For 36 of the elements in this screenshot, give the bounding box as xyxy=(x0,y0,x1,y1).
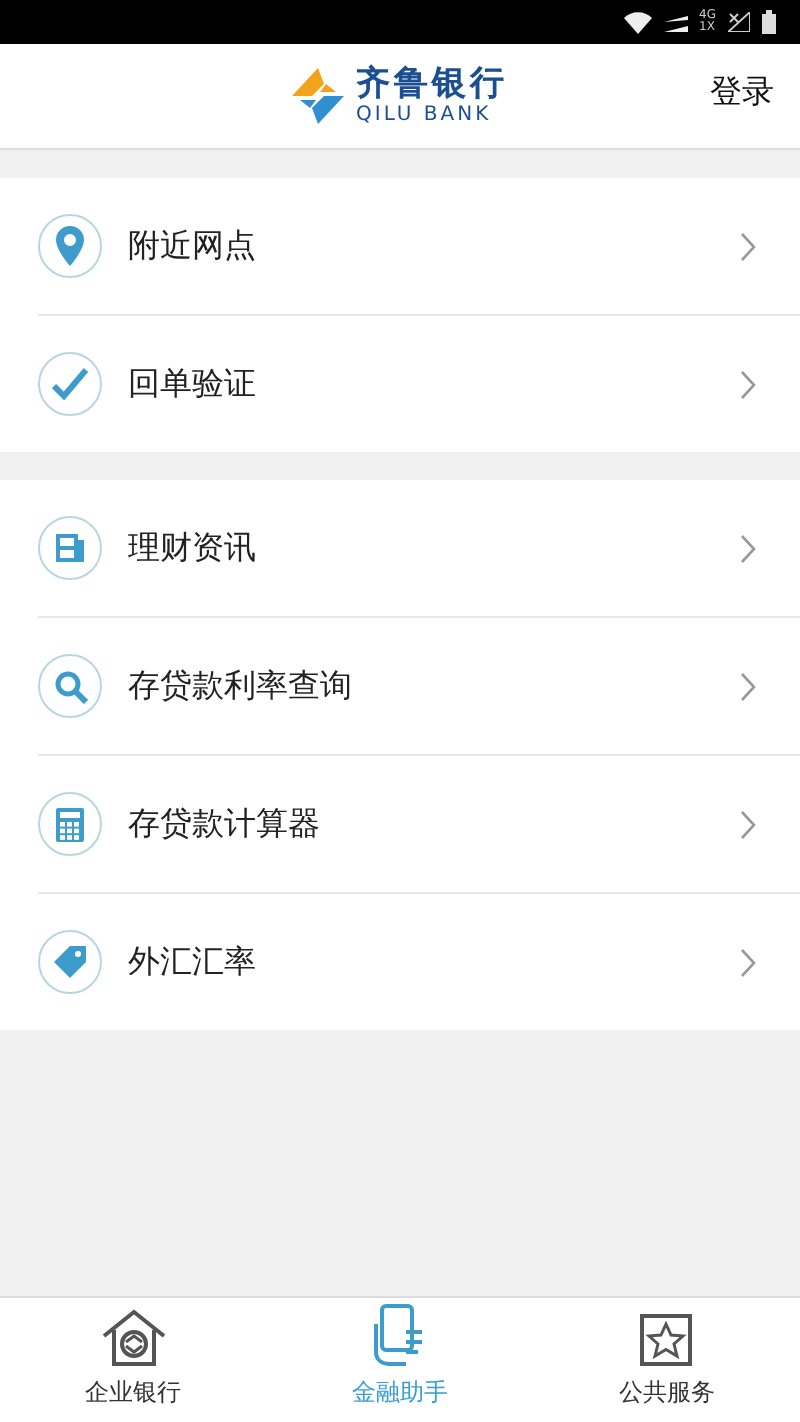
chevron-right-icon xyxy=(740,369,756,399)
menu-item[interactable]: 存贷款计算器 xyxy=(0,756,800,892)
checkmark-icon xyxy=(52,368,88,400)
bank-logo-icon xyxy=(292,68,344,124)
menu-item-label: 回单验证 xyxy=(128,363,258,405)
tab-bar-item[interactable]: 公共服务 xyxy=(533,1298,800,1422)
menu-item-label: 理财资讯 xyxy=(128,527,258,569)
calculator-icon xyxy=(56,807,84,841)
menu-item[interactable]: 理财资讯 xyxy=(0,480,800,616)
battery-icon xyxy=(762,10,776,34)
tab-bar-item[interactable]: 企业银行 xyxy=(0,1298,267,1422)
menu-item[interactable]: 外汇汇率 xyxy=(0,894,800,1030)
chevron-right-icon xyxy=(740,533,756,563)
signal-icon xyxy=(663,13,688,31)
chevron-right-icon xyxy=(740,671,756,701)
bank-name: 齐鲁银行 xyxy=(356,64,508,104)
newspaper-icon xyxy=(54,532,86,564)
location-pin-icon xyxy=(54,226,86,266)
menu-item-label: 存贷款利率查询 xyxy=(128,665,354,707)
star-card-icon xyxy=(638,1312,695,1368)
chevron-right-icon xyxy=(740,809,756,839)
house-icon xyxy=(99,1308,168,1368)
price-tag-icon xyxy=(52,944,88,980)
chevron-right-icon xyxy=(740,947,756,977)
menu-item[interactable]: 回单验证 xyxy=(0,316,800,452)
menu-item-label: 外汇汇率 xyxy=(128,941,258,983)
menu-item[interactable]: 存贷款利率查询 xyxy=(0,618,800,754)
menu-item[interactable]: 附近网点 xyxy=(0,178,800,314)
login-button[interactable]: 登录 xyxy=(710,72,774,114)
wifi-icon xyxy=(623,11,652,33)
menu-item-label: 存贷款计算器 xyxy=(128,803,322,845)
no-signal-icon xyxy=(728,12,750,32)
search-icon xyxy=(53,669,87,703)
chevron-right-icon xyxy=(740,231,756,261)
bank-name-english: QILU BANK xyxy=(356,104,494,128)
menu-item-label: 附近网点 xyxy=(128,225,258,267)
